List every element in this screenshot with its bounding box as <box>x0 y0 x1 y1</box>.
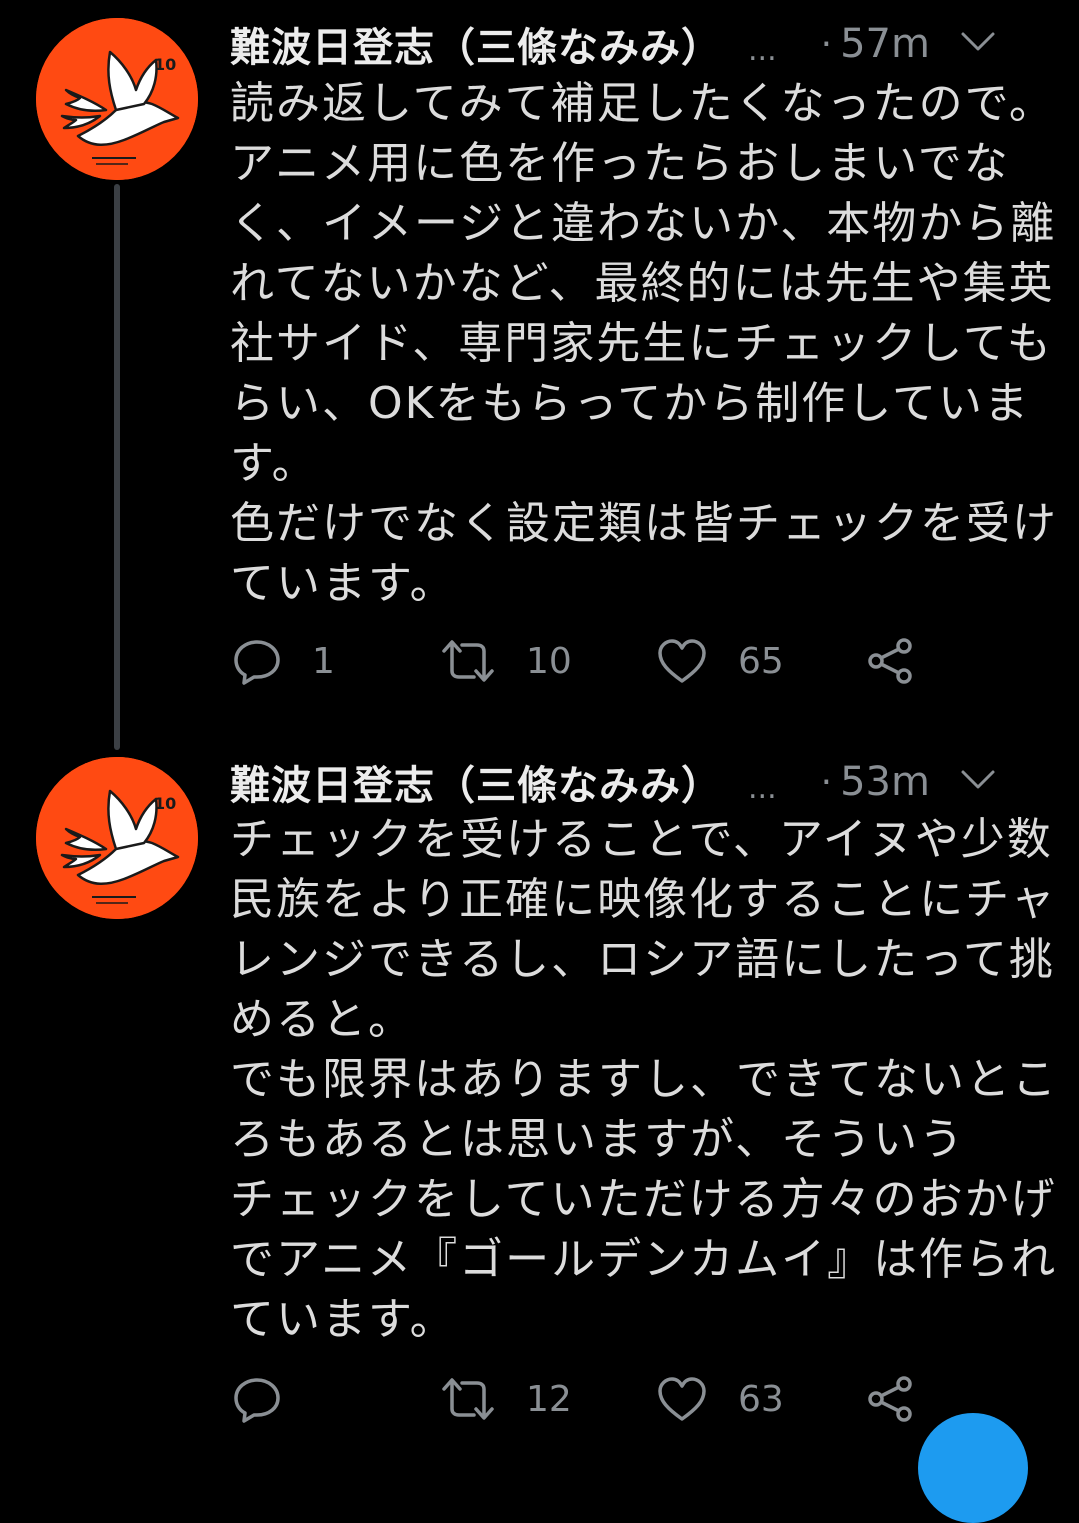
tweet-text-line: す。 <box>230 438 318 489</box>
chevron-down-icon[interactable] <box>960 30 996 54</box>
share-icon <box>868 1376 912 1422</box>
retweet-count: 12 <box>526 1378 572 1420</box>
tweet-text-line: でアニメ『ゴールデンカムイ』は作られ <box>230 1234 1058 1285</box>
chevron-down-icon[interactable] <box>960 768 996 792</box>
tweet-text-line: 社サイド、専門家先生にチェックしても <box>230 318 1053 369</box>
name-truncation: ... <box>748 770 777 806</box>
share-button[interactable] <box>864 1374 916 1424</box>
author-name[interactable]: 難波日登志（三條なみみ） <box>230 753 722 811</box>
avatar[interactable]: 10 <box>36 757 198 919</box>
timestamp[interactable]: 57m <box>840 21 930 67</box>
tweet-text: 読み返してみて補足したくなったので。 アニメ用に色を作ったらおしまいでな く、イ… <box>230 74 1058 614</box>
tweet[interactable]: 10 難波日登志（三條なみみ） ... · 53m チェックを受けることで、アイ… <box>0 740 1079 1431</box>
tweet-text-line: めると。 <box>230 994 414 1045</box>
author-name[interactable]: 難波日登志（三條なみみ） <box>230 15 722 73</box>
timestamp[interactable]: 53m <box>840 759 930 805</box>
tweet-text-line: ています。 <box>230 1294 456 1345</box>
svg-text:10: 10 <box>154 794 176 813</box>
tweet-text-line: らい、OKをもらってから制作していま <box>230 378 1030 429</box>
tweet[interactable]: 10 難波日登志（三條なみみ） ... · 57m 読み返してみて補足したくなっ… <box>0 0 1079 750</box>
share-icon <box>868 638 912 684</box>
retweet-button[interactable]: 10 <box>440 636 572 686</box>
dove-logo-icon: 10 <box>36 757 198 919</box>
heart-icon <box>658 1377 706 1421</box>
reply-icon <box>234 640 280 685</box>
tweet-actions: 12 63 <box>232 1374 952 1424</box>
tweet-text-line: レンジできるし、ロシア語にしたって挑 <box>230 934 1055 985</box>
tweet-header: 難波日登志（三條なみみ） ... · 53m <box>230 752 1051 812</box>
share-button[interactable] <box>864 636 916 686</box>
tweet-text-line: でも限界はありますし、できてないとこ <box>230 1054 1058 1105</box>
reply-button[interactable] <box>232 1374 312 1424</box>
like-count: 65 <box>738 640 784 682</box>
tweet-text-line: 色だけでなく設定類は皆チェックを受け <box>230 498 1058 549</box>
tweet-header: 難波日登志（三條なみみ） ... · 57m <box>230 14 1051 74</box>
tweet-text: チェックを受けることで、アイヌや少数 民族をより正確に映像化することにチャ レン… <box>230 810 1058 1350</box>
tweet-text-line: チェックをしていただける方々のおかげ <box>230 1174 1057 1225</box>
like-button[interactable]: 63 <box>656 1374 784 1424</box>
retweet-count: 10 <box>526 640 572 682</box>
reply-count: 1 <box>312 640 335 682</box>
tweet-text-line: チェックを受けることで、アイヌや少数 <box>230 814 1053 865</box>
svg-text:10: 10 <box>154 55 176 74</box>
tweet-text-line: ろもあるとは思いますが、そういう <box>230 1114 966 1165</box>
like-button[interactable]: 65 <box>656 636 784 686</box>
like-count: 63 <box>738 1378 784 1420</box>
retweet-button[interactable]: 12 <box>440 1374 572 1424</box>
thread-connector-line <box>114 184 120 750</box>
tweet-actions: 1 10 65 <box>232 636 952 686</box>
compose-tweet-button[interactable] <box>918 1413 1028 1523</box>
tweet-text-line: ています。 <box>230 558 456 609</box>
time-separator: · <box>820 23 833 65</box>
dove-logo-icon: 10 <box>36 18 198 180</box>
tweet-text-line: く、イメージと違わないか、本物から離 <box>230 198 1057 249</box>
retweet-icon <box>442 1378 494 1420</box>
retweet-icon <box>442 640 494 682</box>
reply-icon <box>234 1378 280 1423</box>
name-truncation: ... <box>748 32 777 68</box>
time-separator: · <box>820 761 833 803</box>
reply-button[interactable]: 1 <box>232 636 335 686</box>
tweet-text-line: 民族をより正確に映像化することにチャ <box>230 874 1057 925</box>
tweet-text-line: 読み返してみて補足したくなったので。 <box>230 78 1055 129</box>
tweet-text-line: れてないかなど、最終的には先生や集英 <box>230 258 1055 309</box>
tweet-text-line: アニメ用に色を作ったらおしまいでな <box>230 138 1010 189</box>
avatar[interactable]: 10 <box>36 18 198 180</box>
heart-icon <box>658 639 706 683</box>
